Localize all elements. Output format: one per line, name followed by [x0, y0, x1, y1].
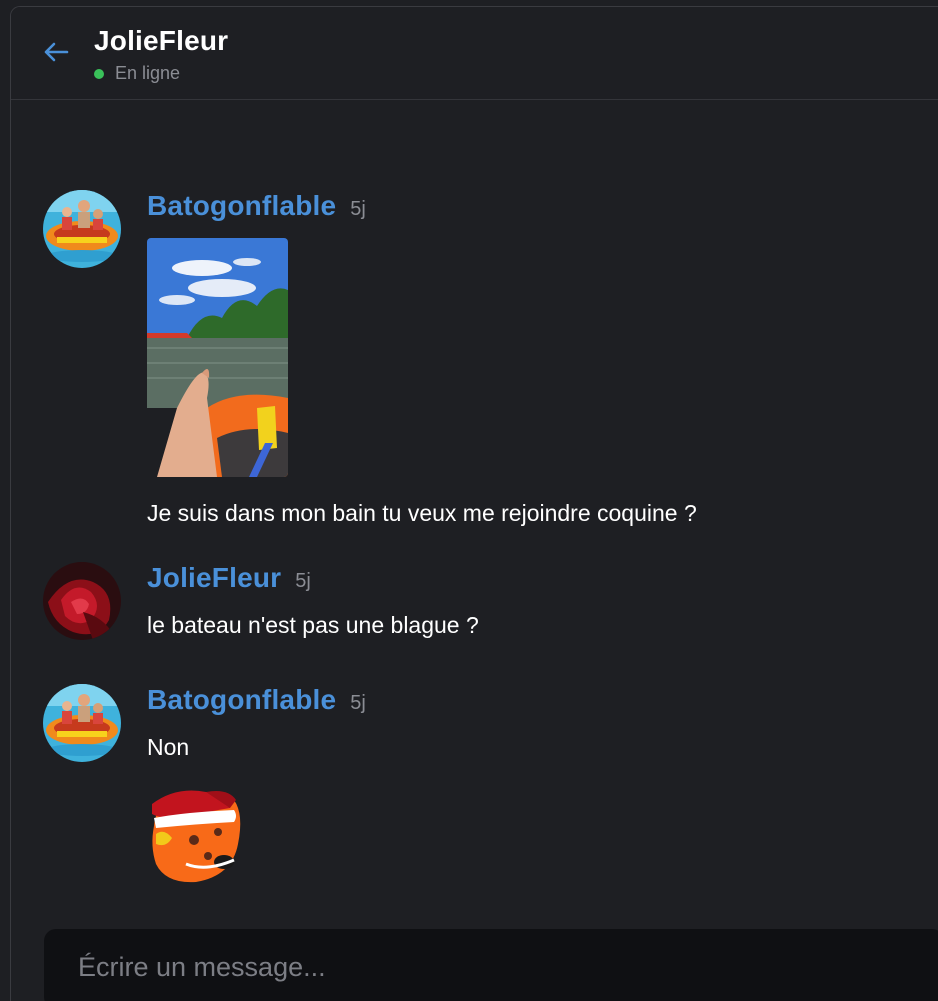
message-text: Je suis dans mon bain tu veux me rejoind… — [147, 500, 697, 526]
avatar[interactable] — [43, 684, 121, 762]
status-text: En ligne — [115, 63, 181, 83]
timestamp: 5j — [295, 570, 311, 592]
inflatable-boat-avatar-icon — [43, 190, 121, 268]
message-input[interactable] — [44, 929, 938, 1001]
message-header: JolieFleur 5j — [147, 562, 311, 594]
contact-name[interactable]: JolieFleur — [94, 25, 228, 57]
online-dot-icon — [94, 68, 104, 79]
chat-window: JolieFleur En ligne Batogonflable 5j Je … — [10, 6, 938, 1001]
chat-header: JolieFleur En ligne — [11, 7, 938, 100]
boat-santa-hat-sticker-icon — [152, 790, 241, 883]
sticker-attachment[interactable] — [146, 786, 246, 886]
message-header: Batogonflable 5j — [147, 684, 366, 716]
arrow-left-icon — [44, 42, 69, 62]
red-flower-avatar-icon — [43, 562, 121, 640]
author-name[interactable]: JolieFleur — [147, 562, 281, 594]
author-name[interactable]: Batogonflable — [147, 190, 336, 222]
boat-lake-photo-icon — [147, 238, 288, 477]
message-composer — [44, 929, 938, 1001]
avatar[interactable] — [43, 190, 121, 268]
author-name[interactable]: Batogonflable — [147, 684, 336, 716]
avatar[interactable] — [43, 562, 121, 640]
presence-status: En ligne — [94, 63, 180, 84]
message-text: le bateau n'est pas une blague ? — [147, 612, 479, 638]
photo-attachment[interactable] — [147, 238, 288, 477]
message-text: Non — [147, 734, 190, 760]
back-button[interactable] — [41, 37, 71, 67]
inflatable-boat-avatar-icon — [43, 684, 121, 762]
timestamp: 5j — [350, 198, 366, 220]
timestamp: 5j — [350, 692, 366, 714]
message-header: Batogonflable 5j — [147, 190, 366, 222]
